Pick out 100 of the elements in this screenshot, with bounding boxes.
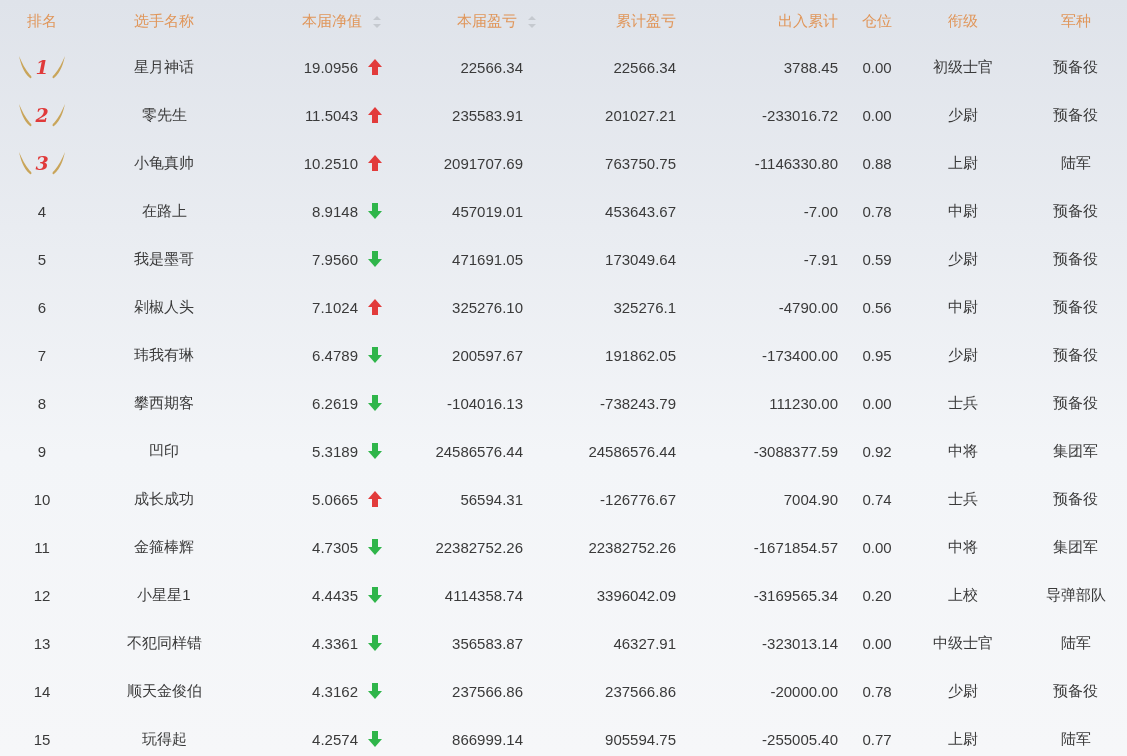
player-name: 金箍棒辉 (134, 537, 194, 557)
player-name: 零先生 (141, 105, 187, 125)
laurel-wing-icon (50, 150, 67, 176)
table-cell: 2091707.69 (443, 154, 523, 172)
rank-medal: 2 (17, 102, 67, 128)
table-cell: -104016.13 (447, 394, 523, 412)
table-cell: 0.88 (862, 154, 892, 172)
table-cell: 237566.86 (452, 682, 523, 700)
table-cell: -233016.72 (762, 106, 838, 124)
column-header: 选手名称 (134, 12, 194, 31)
table-cell: 预备役 (1053, 201, 1098, 221)
table-cell: 5.3189 (312, 442, 358, 460)
table-cell: 19.0956 (303, 58, 358, 76)
table-cell: 上尉 (948, 153, 978, 173)
table-cell: 173049.64 (605, 250, 676, 268)
table-cell: 中级士官 (933, 633, 993, 653)
table-cell: 0.20 (862, 586, 892, 604)
player-name: 星月神话 (134, 57, 194, 77)
player-name: 不犯同样错 (126, 633, 202, 653)
player-name: 剁椒人头 (134, 297, 194, 317)
table-cell: 4.7305 (312, 538, 358, 556)
table-cell: 356583.87 (452, 634, 523, 652)
table-cell: 22566.34 (613, 58, 676, 76)
table-cell: 导弹部队 (1045, 585, 1106, 605)
table-cell: 457019.01 (452, 202, 523, 220)
table-cell: 4.2574 (312, 730, 358, 748)
table-cell: 预备役 (1053, 681, 1098, 701)
table-cell: 士兵 (948, 393, 978, 413)
table-cell: 6.2619 (312, 394, 358, 412)
table-cell: -7.91 (803, 250, 838, 268)
table-cell: 8.9148 (312, 202, 358, 220)
table-cell: -3088377.59 (753, 442, 838, 460)
rank-number: 15 (33, 730, 51, 748)
column-header: 仓位 (862, 12, 892, 31)
player-name: 小星星1 (137, 585, 191, 605)
table-cell: 0.77 (862, 730, 892, 748)
table-cell: 预备役 (1053, 249, 1098, 269)
player-name: 顺天金俊伯 (126, 681, 202, 701)
table-cell: -738243.79 (600, 394, 676, 412)
table-cell: 预备役 (1053, 345, 1098, 365)
table-cell: -7.00 (803, 202, 838, 220)
player-name: 成长成功 (134, 489, 194, 509)
table-cell: 预备役 (1053, 57, 1098, 77)
table-cell: 陆军 (1060, 729, 1091, 749)
table-cell: -255005.40 (762, 730, 838, 748)
table-cell: 237566.86 (605, 682, 676, 700)
rank-medal: 1 (17, 54, 67, 80)
table-cell: 陆军 (1060, 153, 1091, 173)
rank-medal: 3 (17, 150, 67, 176)
table-cell: 预备役 (1053, 297, 1098, 317)
sort-icon[interactable] (372, 14, 382, 29)
column-header: 出入累计 (778, 12, 838, 31)
table-cell: 22382752.26 (435, 538, 523, 556)
table-cell: -323013.14 (762, 634, 838, 652)
table-cell: 0.92 (862, 442, 892, 460)
sort-icon[interactable] (527, 14, 537, 29)
player-name: 玩得起 (141, 729, 187, 749)
table-cell: 200597.67 (452, 346, 523, 364)
table-cell: 235583.91 (452, 106, 523, 124)
table-cell: 46327.91 (613, 634, 676, 652)
laurel-wing-icon (17, 54, 34, 80)
table-cell: -1671854.57 (753, 538, 838, 556)
table-cell: 56594.31 (460, 490, 523, 508)
column-header: 累计盈亏 (616, 12, 676, 31)
table-cell: 集团军 (1053, 441, 1098, 461)
column-header[interactable]: 本届盈亏 (457, 12, 517, 31)
table-cell: 0.59 (862, 250, 892, 268)
rank-number: 6 (37, 298, 47, 316)
table-cell: 3396042.09 (596, 586, 676, 604)
table-cell: 0.00 (862, 538, 892, 556)
table-cell: 0.95 (862, 346, 892, 364)
table-cell: 5.0665 (312, 490, 358, 508)
table-cell: 763750.75 (605, 154, 676, 172)
table-cell: 201027.21 (605, 106, 676, 124)
column-header: 排名 (27, 12, 57, 31)
table-cell: 4.4435 (312, 586, 358, 604)
table-cell: 中尉 (948, 201, 978, 221)
laurel-wing-icon (17, 102, 34, 128)
table-cell: 11.5043 (304, 106, 358, 124)
table-cell: 中将 (948, 441, 978, 461)
table-cell: 中尉 (948, 297, 978, 317)
table-cell: 905594.75 (605, 730, 676, 748)
column-header[interactable]: 本届净值 (302, 12, 362, 31)
rank-number: 8 (37, 394, 47, 412)
player-name: 玮我有琳 (134, 345, 194, 365)
table-cell: 4.3361 (312, 634, 358, 652)
table-cell: 0.74 (862, 490, 892, 508)
table-cell: 453643.67 (605, 202, 676, 220)
laurel-wing-icon (50, 102, 67, 128)
table-cell: 3788.45 (783, 58, 838, 76)
column-header: 军种 (1060, 12, 1091, 31)
table-cell: 集团军 (1053, 537, 1098, 557)
table-cell: 少尉 (948, 345, 978, 365)
table-cell: 24586576.44 (588, 442, 676, 460)
table-cell: 10.2510 (303, 154, 358, 172)
table-cell: 0.00 (862, 634, 892, 652)
rank-number: 10 (33, 490, 51, 508)
table-cell: 4114358.74 (444, 586, 523, 604)
laurel-wing-icon (50, 54, 67, 80)
rank-number: 5 (37, 250, 47, 268)
